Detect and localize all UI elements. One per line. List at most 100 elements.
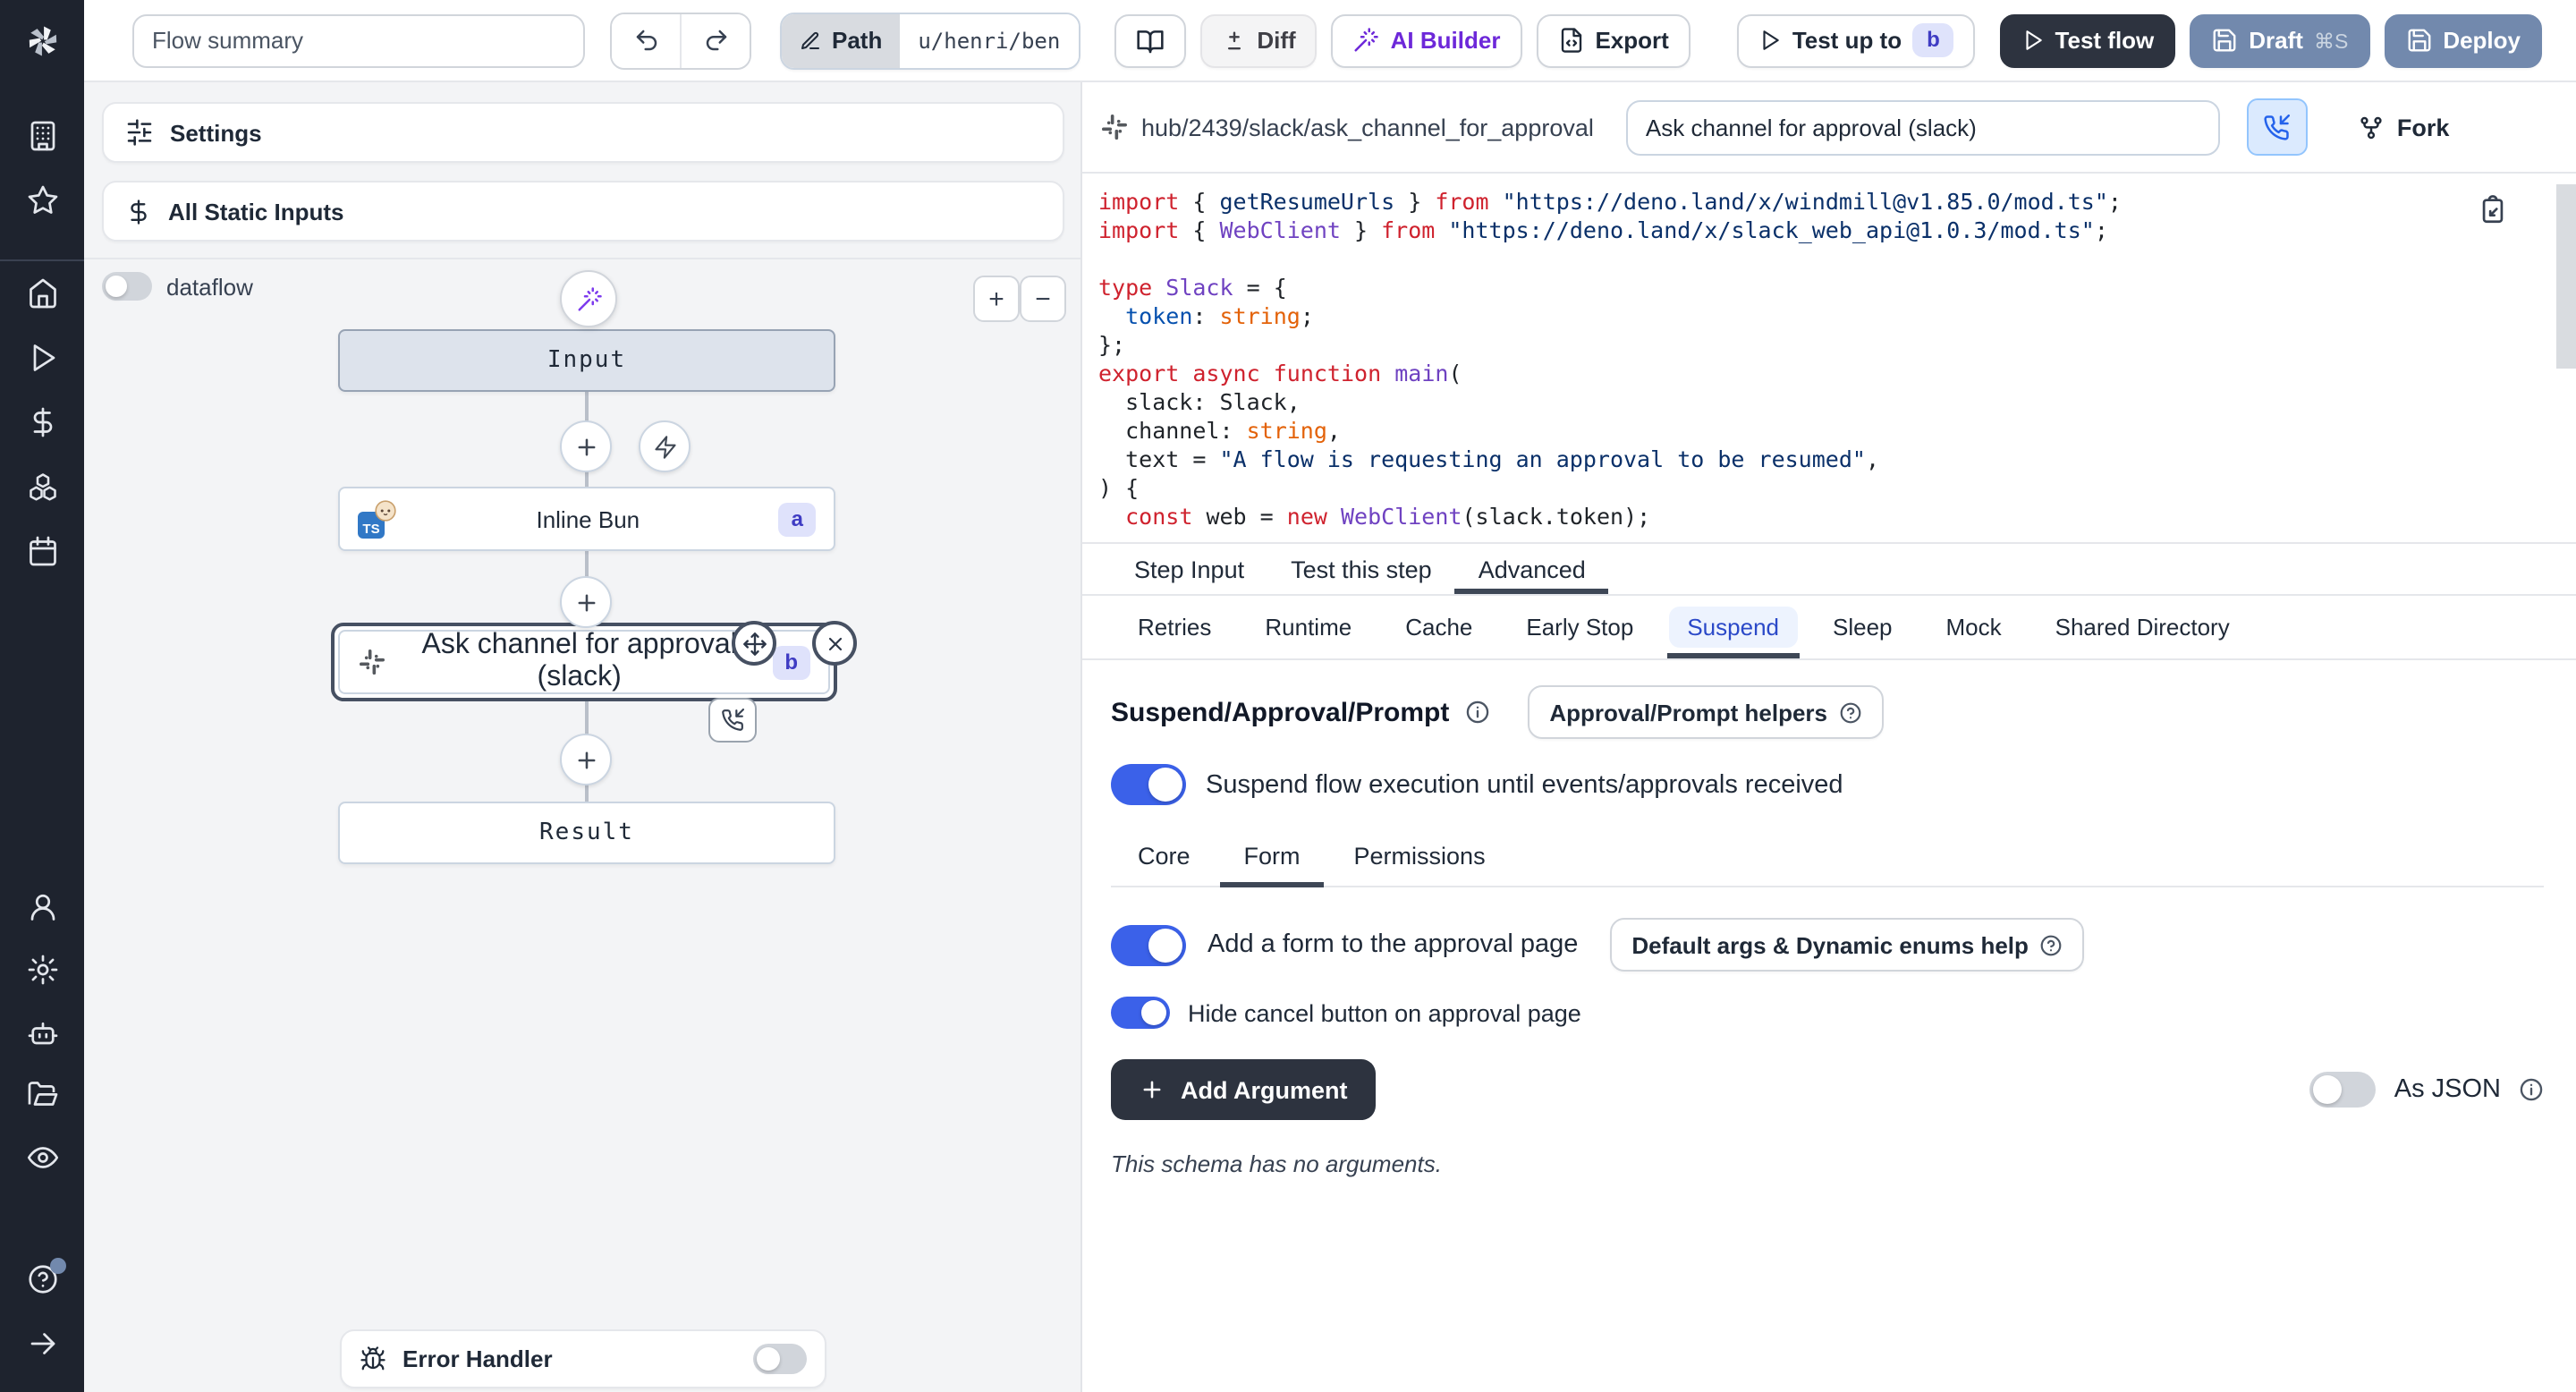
step-name-input[interactable] xyxy=(1626,99,2220,155)
undo-button[interactable] xyxy=(612,13,680,67)
diff-label: Diff xyxy=(1257,27,1295,54)
add-form-toggle[interactable] xyxy=(1111,924,1186,965)
ai-flow-wand-button[interactable] xyxy=(560,270,617,327)
ai-builder-button[interactable]: AI Builder xyxy=(1332,13,1522,67)
flow-summary-input[interactable] xyxy=(132,13,585,67)
folders-icon[interactable] xyxy=(26,1079,58,1111)
graph-zoom-in-button[interactable]: + xyxy=(973,276,1020,322)
code-editor[interactable]: import { getResumeUrls } from "https://d… xyxy=(1082,174,2576,544)
advanced-subtabs: Retries Runtime Cache Early Stop Suspend… xyxy=(1082,596,2576,660)
draft-button[interactable]: Draft ⌘S xyxy=(2190,13,2369,67)
add-trigger-button[interactable] xyxy=(639,420,691,472)
add-argument-label: Add Argument xyxy=(1181,1076,1348,1103)
copy-code-button[interactable] xyxy=(2478,195,2508,225)
resources-boxes-icon[interactable] xyxy=(26,471,58,503)
settings-gear-icon[interactable] xyxy=(26,954,58,986)
export-button[interactable]: Export xyxy=(1536,13,1690,67)
home-icon[interactable] xyxy=(26,277,58,310)
sidebar-divider xyxy=(0,259,84,261)
flow-input-node[interactable]: Input xyxy=(338,329,835,392)
default-args-help-button[interactable]: Default args & Dynamic enums help xyxy=(1610,918,2084,972)
favorites-star-icon[interactable] xyxy=(26,184,58,216)
path-control[interactable]: Path u/henri/ben xyxy=(780,12,1080,69)
subtab-mock[interactable]: Mock xyxy=(1919,596,2029,658)
workspace-icon[interactable] xyxy=(26,120,58,152)
helpers-label: Approval/Prompt helpers xyxy=(1549,699,1827,726)
play-icon xyxy=(1758,29,1782,52)
tab-permissions[interactable]: Permissions xyxy=(1331,843,1509,886)
subtab-early-stop[interactable]: Early Stop xyxy=(1499,596,1660,658)
suspend-execution-toggle[interactable] xyxy=(1111,764,1186,805)
plus-icon xyxy=(573,747,598,772)
docs-book-button[interactable] xyxy=(1114,13,1185,67)
approval-prompt-helpers-button[interactable]: Approval/Prompt helpers xyxy=(1528,685,1883,739)
tab-advanced[interactable]: Advanced xyxy=(1455,544,1609,594)
code-scrollbar-thumb[interactable] xyxy=(2556,184,2576,369)
error-handler-row[interactable]: Error Handler xyxy=(340,1329,826,1388)
inline-bun-label: Inline Bun xyxy=(397,505,779,532)
add-argument-button[interactable]: Add Argument xyxy=(1111,1059,1377,1120)
subtab-cache[interactable]: Cache xyxy=(1378,596,1499,658)
flow-result-node[interactable]: Result xyxy=(338,802,835,864)
step-header: hub/2439/slack/ask_channel_for_approval … xyxy=(1082,82,2576,174)
test-up-to-button[interactable]: Test up to b xyxy=(1737,13,1976,67)
windmill-logo[interactable] xyxy=(0,0,84,81)
audit-eye-icon[interactable] xyxy=(26,1142,58,1174)
hide-cancel-toggle[interactable] xyxy=(1111,997,1170,1029)
plus-icon xyxy=(573,434,598,459)
subtab-retries[interactable]: Retries xyxy=(1111,596,1238,658)
form-section: Add a form to the approval page Default … xyxy=(1082,887,2576,1177)
hub-script-path: hub/2439/slack/ask_channel_for_approval xyxy=(1141,114,1594,140)
test-up-to-label: Test up to xyxy=(1792,27,1902,54)
tab-test-this-step[interactable]: Test this step xyxy=(1267,544,1455,594)
collapse-arrow-icon[interactable] xyxy=(26,1328,58,1360)
step-detail-panel: hub/2439/slack/ask_channel_for_approval … xyxy=(1082,82,2576,1392)
workers-bot-icon[interactable] xyxy=(26,1016,58,1048)
wand-icon xyxy=(575,285,602,312)
test-flow-button[interactable]: Test flow xyxy=(2000,13,2176,67)
add-step-button-3[interactable] xyxy=(560,734,612,785)
tab-form[interactable]: Form xyxy=(1221,843,1324,886)
code-content[interactable]: import { getResumeUrls } from "https://d… xyxy=(1098,188,2576,531)
suspend-section: Suspend/Approval/Prompt Approval/Prompt … xyxy=(1082,660,2576,887)
move-step-button[interactable] xyxy=(732,621,776,666)
toolbar-right-cluster: Test flow Draft ⌘S Deploy xyxy=(2000,13,2542,67)
graph-zoom-out-button[interactable]: − xyxy=(1020,276,1066,322)
redo-button[interactable] xyxy=(680,13,750,67)
step-tabs: Step Input Test this step Advanced xyxy=(1082,544,2576,596)
delete-step-button[interactable] xyxy=(812,621,857,666)
tab-step-input[interactable]: Step Input xyxy=(1111,544,1267,594)
diff-button[interactable]: Diff xyxy=(1199,13,1317,67)
suspend-enabled-phone-button[interactable] xyxy=(2247,98,2308,156)
users-icon[interactable] xyxy=(26,891,58,923)
help-icon[interactable] xyxy=(26,1263,58,1295)
fork-button[interactable]: Fork xyxy=(2358,114,2450,140)
deploy-button[interactable]: Deploy xyxy=(2384,13,2542,67)
path-value[interactable]: u/henri/ben xyxy=(900,13,1078,67)
path-edit-segment[interactable]: Path xyxy=(782,13,900,67)
add-step-button-2[interactable] xyxy=(560,576,612,628)
info-icon[interactable] xyxy=(1465,700,1490,725)
suspend-phone-indicator[interactable] xyxy=(708,698,757,743)
add-step-button-1[interactable] xyxy=(560,420,612,472)
subtab-suspend[interactable]: Suspend xyxy=(1660,596,1806,658)
as-json-toggle[interactable] xyxy=(2310,1072,2377,1108)
undo-redo-group xyxy=(610,12,751,69)
input-node-label: Input xyxy=(547,347,626,374)
top-toolbar: Path u/henri/ben Diff AI Builder Export xyxy=(84,0,2576,82)
inline-bun-node[interactable]: TS Inline Bun a xyxy=(338,487,835,551)
tab-core[interactable]: Core xyxy=(1114,843,1214,886)
variables-dollar-icon[interactable] xyxy=(26,406,58,438)
info-icon[interactable] xyxy=(2519,1077,2544,1102)
suspend-inner-tabs: Core Form Permissions xyxy=(1111,843,2544,887)
error-handler-toggle[interactable] xyxy=(753,1344,807,1374)
step-b-badge: b xyxy=(772,645,810,679)
schedules-calendar-icon[interactable] xyxy=(26,535,58,567)
result-node-label: Result xyxy=(539,819,634,846)
subtab-sleep[interactable]: Sleep xyxy=(1806,596,1919,658)
plus-icon xyxy=(1140,1077,1165,1102)
runs-play-icon[interactable] xyxy=(26,342,58,374)
bug-icon xyxy=(360,1345,386,1372)
subtab-shared-directory[interactable]: Shared Directory xyxy=(2029,596,2257,658)
subtab-runtime[interactable]: Runtime xyxy=(1238,596,1378,658)
